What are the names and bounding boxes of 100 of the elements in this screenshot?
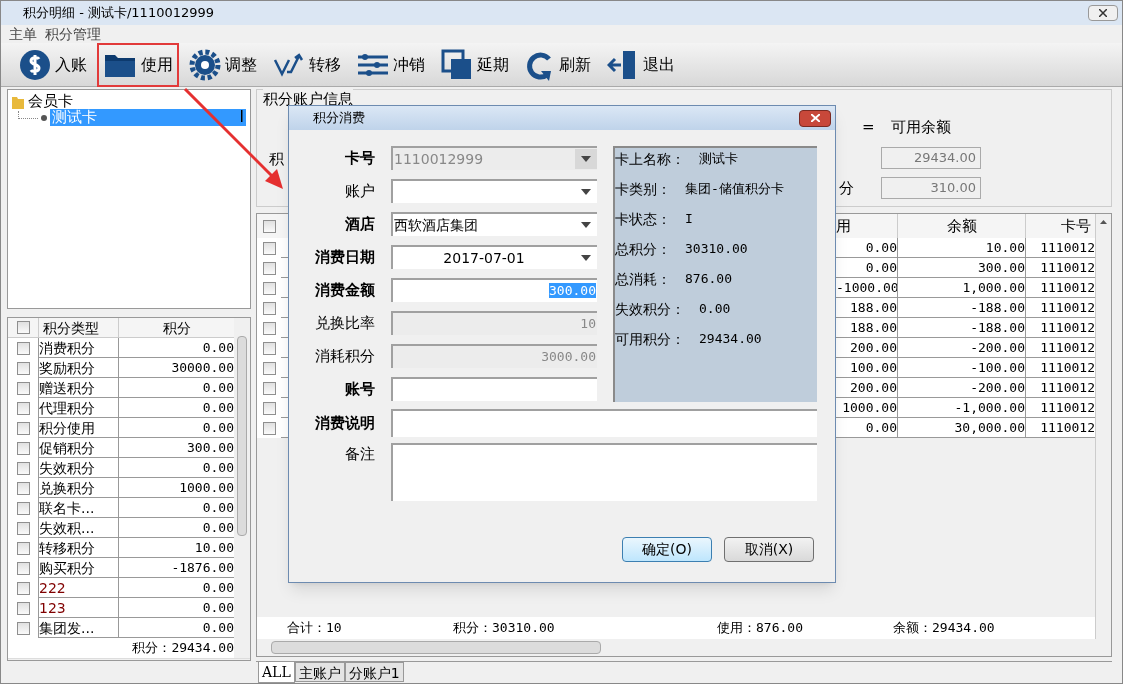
toolbar-button[interactable]: 转移 <box>267 42 347 87</box>
checkbox[interactable] <box>262 261 276 275</box>
info-value: 29434.00 <box>699 330 762 348</box>
close-icon <box>1099 9 1107 17</box>
checkbox[interactable] <box>262 219 276 233</box>
table-cell: 30,000.00 <box>897 418 1025 438</box>
checkbox[interactable] <box>262 361 276 375</box>
text-area[interactable] <box>391 443 817 501</box>
info-label: 卡状态： <box>615 210 671 229</box>
tab[interactable]: 分账户1 <box>344 662 404 682</box>
dropdown-arrow-icon <box>581 255 591 261</box>
summary-text: 使用：876.00 <box>717 619 804 638</box>
checkbox[interactable] <box>16 501 30 515</box>
overlapping-squares-icon <box>441 48 473 81</box>
table-cell: 赠送积分 <box>39 378 95 397</box>
toolbar-button[interactable]: 延期 <box>435 42 515 87</box>
checkbox[interactable] <box>16 361 30 375</box>
equals-sign: = <box>862 117 875 138</box>
scrollbar[interactable] <box>8 657 250 660</box>
checkbox[interactable] <box>262 281 276 295</box>
input-field[interactable] <box>391 409 817 437</box>
checkbox[interactable] <box>262 421 276 435</box>
toolbar-button[interactable]: 退出 <box>601 42 681 87</box>
info-label: 卡上名称： <box>615 150 685 169</box>
field-label: 账号 <box>344 378 375 400</box>
table-cell: 代理积分 <box>39 398 95 417</box>
checkbox[interactable] <box>16 541 30 555</box>
info-value: 测试卡 <box>699 150 738 168</box>
field-label: 分 <box>839 177 854 199</box>
folder-icon <box>12 94 24 109</box>
checkbox[interactable] <box>16 321 30 334</box>
checkbox[interactable] <box>262 321 276 335</box>
input-field[interactable] <box>391 377 597 401</box>
checkbox[interactable] <box>16 421 30 435</box>
checkbox[interactable] <box>262 381 276 395</box>
checkbox[interactable] <box>16 381 30 395</box>
checkbox[interactable] <box>16 581 30 595</box>
toolbar-button[interactable]: 入账 <box>13 42 93 87</box>
summary-text: 积分：30310.00 <box>453 619 556 638</box>
toolbar-button[interactable]: 冲销 <box>351 42 431 87</box>
toolbar-button[interactable]: 调整 <box>183 42 263 87</box>
close-button[interactable] <box>1088 5 1118 21</box>
menu-item[interactable]: 积分管理 <box>45 27 101 41</box>
table-cell: 失效积... <box>39 518 95 537</box>
table-cell: 消费积分 <box>39 338 95 357</box>
toolbar-button[interactable]: 刷新 <box>519 42 597 87</box>
info-value: 876.00 <box>685 270 732 288</box>
tab[interactable]: ALL <box>258 661 295 683</box>
dropdown-field[interactable]: 西软酒店集团 <box>391 212 597 236</box>
table-cell: 转移积分 <box>39 538 95 557</box>
field-label: 消耗积分 <box>314 345 375 367</box>
dialog-button[interactable]: 取消(X) <box>724 537 814 562</box>
table-cell: 购买积分 <box>39 558 95 577</box>
table-cell: 集团发... <box>39 618 95 637</box>
column-header[interactable]: 积分类型 <box>38 318 118 337</box>
scrollbar[interactable] <box>234 318 250 658</box>
close-button[interactable] <box>799 109 831 127</box>
dropdown-field[interactable]: 2017-07-01 <box>391 245 597 269</box>
status-text: I <box>239 109 244 126</box>
info-value: 0.00 <box>699 300 731 318</box>
info-label: 失效积分： <box>615 300 685 319</box>
checkbox[interactable] <box>16 521 30 535</box>
checkbox[interactable] <box>262 301 276 315</box>
scroll-up-arrow-icon[interactable] <box>1100 220 1107 224</box>
info-label: 总消耗： <box>615 270 671 289</box>
checkbox[interactable] <box>262 341 276 355</box>
field-label: 可用余额 <box>890 117 951 138</box>
field-label: 账户 <box>344 180 375 202</box>
dropdown-arrow-icon <box>581 189 591 195</box>
tab[interactable]: 主账户 <box>294 662 345 682</box>
menu-item[interactable]: 主单 <box>9 27 37 41</box>
transfer-arrows-icon <box>273 51 305 78</box>
dialog-button[interactable]: 确定(O) <box>622 537 712 562</box>
info-label: 总积分： <box>615 240 671 259</box>
checkbox[interactable] <box>262 241 276 255</box>
checkbox[interactable] <box>16 401 30 415</box>
input-field[interactable]: 29434.00 <box>881 146 981 169</box>
tree-item[interactable]: 会员卡 <box>28 94 73 109</box>
summary-text: 合计：10 <box>287 619 343 638</box>
toolbar-button[interactable]: 使用 <box>97 42 179 87</box>
input-field[interactable]: 310.00 <box>881 176 981 199</box>
field-label: 备注 <box>344 444 375 465</box>
dialog-title: 积分消费 <box>312 109 365 128</box>
dropdown-field[interactable] <box>391 179 597 203</box>
info-value: 30310.00 <box>685 240 748 258</box>
table-cell: 积分使用 <box>39 418 95 437</box>
table-cell: 兑换积分 <box>39 478 95 497</box>
checkbox[interactable] <box>262 401 276 415</box>
dropdown-arrow-icon <box>581 222 591 228</box>
tree-item[interactable]: 测试卡 I <box>50 109 246 126</box>
checkbox[interactable] <box>16 621 30 635</box>
checkbox[interactable] <box>16 561 30 575</box>
checkbox[interactable] <box>16 481 30 495</box>
checkbox[interactable] <box>16 461 30 475</box>
table-cell: 奖励积分 <box>39 358 95 377</box>
points-total: 积分：29434.00 <box>132 639 234 657</box>
checkbox[interactable] <box>16 341 30 355</box>
info-label: 卡类别： <box>615 180 671 199</box>
checkbox[interactable] <box>16 441 30 455</box>
checkbox[interactable] <box>16 601 30 615</box>
